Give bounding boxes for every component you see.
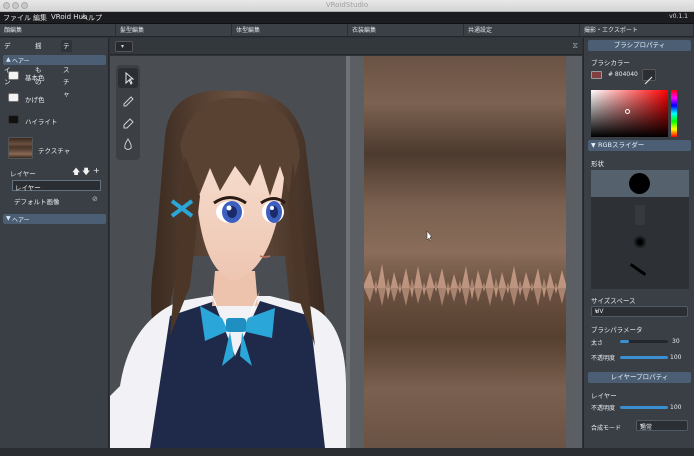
opacity-slider-fill	[620, 356, 668, 359]
tab-design[interactable]: デザイン	[2, 40, 13, 86]
viewport-toolbar: ▾ ⧖	[110, 38, 582, 55]
3d-viewport[interactable]	[110, 56, 346, 448]
shape-label: 形状	[591, 160, 604, 168]
brush-shape-list[interactable]	[591, 170, 689, 289]
thickness-label: 太さ	[591, 340, 604, 347]
view-select-dropdown[interactable]: ▾	[115, 41, 133, 52]
brush-shape-soft[interactable]	[635, 205, 645, 225]
move-down-icon[interactable]: 🡇	[82, 166, 90, 180]
title-bar: VRoidStudio	[0, 0, 694, 12]
left-panel: デザイン 揺れもの テクスチャ ▲ ヘアー 基本色 かげ色 ハイライト テクスチ…	[0, 38, 109, 448]
tab-body[interactable]: 体型編集	[232, 24, 348, 37]
brush-shape-round[interactable]	[629, 173, 650, 194]
brush-params-label: ブラシパラメータ	[591, 326, 643, 334]
layer-label: レイヤー	[10, 170, 36, 178]
thickness-value: 30	[672, 338, 680, 345]
picker-handle[interactable]	[625, 109, 630, 114]
collapse-icon: ▲	[6, 56, 11, 63]
layer-name-field[interactable]: レイヤー	[12, 180, 101, 192]
blend-mode-dropdown[interactable]: 通常 ▾	[636, 420, 688, 431]
add-layer-icon[interactable]: +	[93, 166, 100, 175]
eraser-icon[interactable]	[118, 112, 138, 132]
collapse-icon: ▼	[591, 142, 596, 149]
thickness-slider-fill	[620, 340, 629, 343]
pen-icon[interactable]	[118, 90, 138, 110]
layer-opacity-value: 100	[670, 404, 682, 411]
tab-face[interactable]: 顔編集	[0, 24, 116, 37]
character-render	[110, 90, 346, 448]
color-swatch[interactable]	[8, 71, 19, 80]
cursor-icon[interactable]	[118, 68, 138, 88]
app-window: VRoidStudio ファイル 編集 VRoid Hub ヘルプ v0.1.1…	[0, 0, 694, 456]
fill-icon[interactable]	[118, 134, 138, 154]
opacity-slider[interactable]	[620, 356, 668, 359]
right-panel: ブラシプロパティ ブラシカラー # 804040 ▼ RGBスライダー 形状 サイ…	[583, 38, 694, 448]
default-image-label: デフォルト画像	[14, 198, 60, 206]
layer-properties-header[interactable]: レイヤープロパティ	[588, 372, 691, 383]
layer-opacity-slider[interactable]	[620, 406, 668, 409]
section-hair-header[interactable]: ▲ ヘアー	[3, 55, 106, 65]
texture-thumbnail[interactable]	[8, 137, 33, 159]
section-hair-header-2[interactable]: ▼ ヘアー	[3, 214, 106, 224]
brush-properties-header[interactable]: ブラシプロパティ	[588, 40, 691, 51]
menu-file[interactable]: ファイル	[3, 13, 31, 23]
layer-label: レイヤー	[591, 392, 617, 400]
tool-palette	[116, 65, 140, 160]
mirror-icon[interactable]: ⧖	[572, 41, 578, 51]
move-up-icon[interactable]: 🡅	[72, 166, 80, 180]
eyedropper-button[interactable]	[642, 69, 656, 85]
hair-texture	[364, 56, 566, 448]
status-bar	[0, 448, 694, 456]
brush-color-label: ブラシカラー	[591, 59, 630, 67]
color-picker-square[interactable]	[591, 90, 668, 137]
rgb-slider-toggle[interactable]: ▼ RGBスライダー	[588, 140, 691, 151]
chevron-down-icon: ▾	[640, 422, 644, 429]
visibility-off-icon[interactable]: ⊘	[92, 195, 98, 203]
hue-slider[interactable]	[671, 90, 677, 137]
version-label: v0.1.1	[669, 13, 688, 20]
chevron-down-icon: ▾	[121, 43, 125, 50]
brush-color-swatch[interactable]	[591, 71, 602, 79]
layer-opacity-slider-fill	[620, 406, 668, 409]
hex-value[interactable]: # 804040	[608, 71, 638, 78]
tab-physics[interactable]: 揺れもの	[33, 40, 44, 86]
menu-help[interactable]: ヘルプ	[81, 13, 102, 23]
chevron-down-icon: ▾	[595, 308, 599, 315]
tab-common[interactable]: 共通設定	[464, 24, 580, 37]
brush-shape-line[interactable]	[629, 263, 647, 276]
color-swatch[interactable]	[8, 93, 19, 102]
thickness-slider[interactable]	[620, 340, 668, 343]
size-space-dropdown[interactable]: UV ▾	[591, 306, 688, 317]
texture-view[interactable]	[350, 56, 582, 448]
tab-export[interactable]: 撮影・エクスポート	[580, 24, 694, 37]
window-title: VRoidStudio	[325, 1, 369, 9]
brush-shape-airbrush[interactable]	[633, 235, 647, 249]
collapse-icon: ▼	[6, 215, 11, 222]
color-swatch[interactable]	[8, 115, 19, 124]
menu-bar: ファイル 編集 VRoid Hub ヘルプ v0.1.1	[0, 12, 694, 24]
blend-mode-label: 合成モード	[591, 425, 622, 432]
menu-edit[interactable]: 編集	[33, 13, 47, 23]
size-space-label: サイズスペース	[591, 297, 636, 305]
texture-label: テクスチャ	[38, 147, 71, 155]
tab-hair[interactable]: 髪型編集	[116, 24, 232, 37]
layer-opacity-label: 不透明度	[591, 405, 616, 412]
tab-texture[interactable]: テクスチャ	[61, 40, 72, 98]
tab-outfit[interactable]: 衣装編集	[348, 24, 464, 37]
opacity-value: 100	[670, 354, 682, 361]
mode-tabs: 顔編集 髪型編集 体型編集 衣装編集 共通設定 撮影・エクスポート	[0, 24, 694, 37]
opacity-label: 不透明度	[591, 355, 616, 362]
